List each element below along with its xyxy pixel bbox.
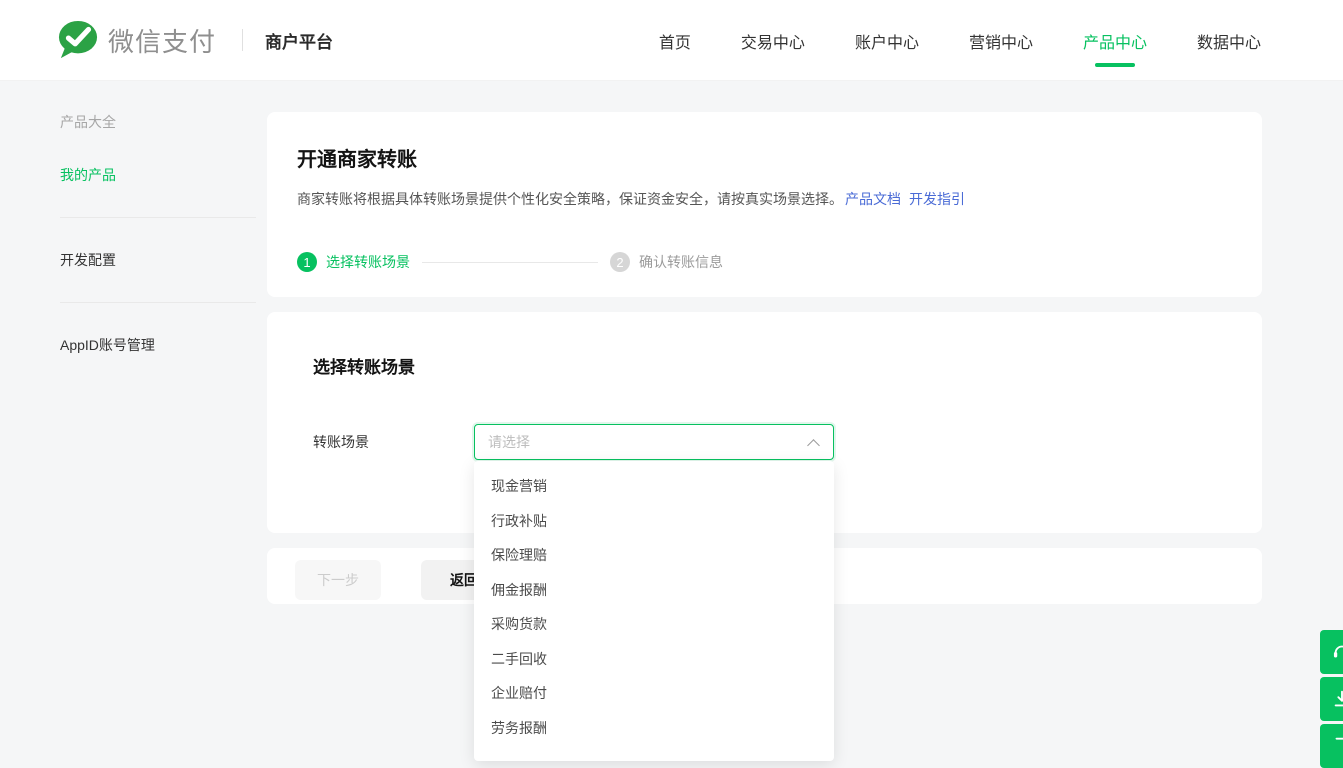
- sidebar-divider: [60, 302, 256, 303]
- logo-wordmark: 微信支付: [108, 22, 216, 59]
- headset-icon: [1331, 641, 1343, 663]
- form-section-title: 选择转账场景: [313, 356, 1262, 380]
- intro-card: 开通商家转账 商家转账将根据具体转账场景提供个性化安全策略，保证资金安全，请按真…: [267, 112, 1262, 297]
- download-icon: [1331, 688, 1343, 710]
- top-nav: 首页 交易中心 账户中心 营销中心 产品中心 数据中心: [659, 0, 1261, 81]
- sidebar-item-my-products[interactable]: 我的产品: [60, 165, 256, 185]
- wechat-pay-logo[interactable]: 微信支付 商户平台: [57, 20, 333, 60]
- dropdown-option-cash-marketing[interactable]: 现金营销: [474, 469, 834, 504]
- step-1-circle: 1: [297, 252, 317, 272]
- chevron-up-icon: [807, 439, 820, 452]
- transfer-scene-select[interactable]: 请选择: [474, 424, 834, 460]
- nav-item-home[interactable]: 首页: [659, 29, 691, 53]
- portal-name: 商户平台: [265, 28, 333, 53]
- floating-download-button[interactable]: [1320, 677, 1343, 721]
- description-text: 商家转账将根据具体转账场景提供个性化安全策略，保证资金安全，请按真实场景选择。: [297, 191, 843, 207]
- step-2-label: 确认转账信息: [639, 252, 723, 272]
- sidebar: 产品大全 我的产品 开发配置 AppID账号管理: [60, 104, 256, 355]
- dev-guide-link[interactable]: 开发指引: [909, 191, 965, 207]
- step-indicator: 1 选择转账场景 2 确认转账信息: [297, 252, 1232, 272]
- page-title: 开通商家转账: [297, 146, 1232, 174]
- next-step-button[interactable]: 下一步: [295, 560, 381, 600]
- nav-item-account-center[interactable]: 账户中心: [855, 29, 919, 53]
- nav-item-marketing-center[interactable]: 营销中心: [969, 29, 1033, 53]
- dropdown-option-commission[interactable]: 佣金报酬: [474, 573, 834, 608]
- floating-customer-service-button[interactable]: [1320, 630, 1343, 674]
- wechat-pay-icon: [57, 20, 99, 60]
- dropdown-option-admin-subsidy[interactable]: 行政补贴: [474, 504, 834, 539]
- sidebar-item-appid-management[interactable]: AppID账号管理: [60, 335, 256, 355]
- step-connector-line: [422, 262, 598, 263]
- select-placeholder: 请选择: [488, 432, 530, 452]
- dropdown-option-insurance-claim[interactable]: 保险理赔: [474, 538, 834, 573]
- transfer-scene-dropdown: 现金营销 行政补贴 保险理赔 佣金报酬 采购货款 二手回收 企业赔付 劳务报酬: [474, 461, 834, 761]
- product-doc-link[interactable]: 产品文档: [845, 191, 901, 207]
- logo-divider: [242, 29, 243, 51]
- dropdown-option-procurement[interactable]: 采购货款: [474, 607, 834, 642]
- top-header: 微信支付 商户平台 首页 交易中心 账户中心 营销中心 产品中心 数据中心: [0, 0, 1343, 81]
- nav-item-data-center[interactable]: 数据中心: [1197, 29, 1261, 53]
- step-1-label: 选择转账场景: [326, 252, 410, 272]
- sidebar-section-title: 产品大全: [60, 104, 256, 132]
- nav-item-transaction-center[interactable]: 交易中心: [741, 29, 805, 53]
- dropdown-option-secondhand-recycle[interactable]: 二手回收: [474, 642, 834, 677]
- page-description: 商家转账将根据具体转账场景提供个性化安全策略，保证资金安全，请按真实场景选择。产…: [297, 189, 1232, 209]
- step-2-circle: 2: [610, 252, 630, 272]
- transfer-scene-label: 转账场景: [313, 432, 474, 452]
- floating-clipped-button[interactable]: [1320, 724, 1343, 768]
- dropdown-option-enterprise-compensation[interactable]: 企业赔付: [474, 676, 834, 711]
- clipped-icon: [1331, 735, 1343, 757]
- nav-item-product-center[interactable]: 产品中心: [1083, 29, 1147, 53]
- transfer-scene-form-row: 转账场景 请选择: [313, 424, 834, 460]
- sidebar-divider: [60, 217, 256, 218]
- sidebar-item-dev-config[interactable]: 开发配置: [60, 250, 256, 270]
